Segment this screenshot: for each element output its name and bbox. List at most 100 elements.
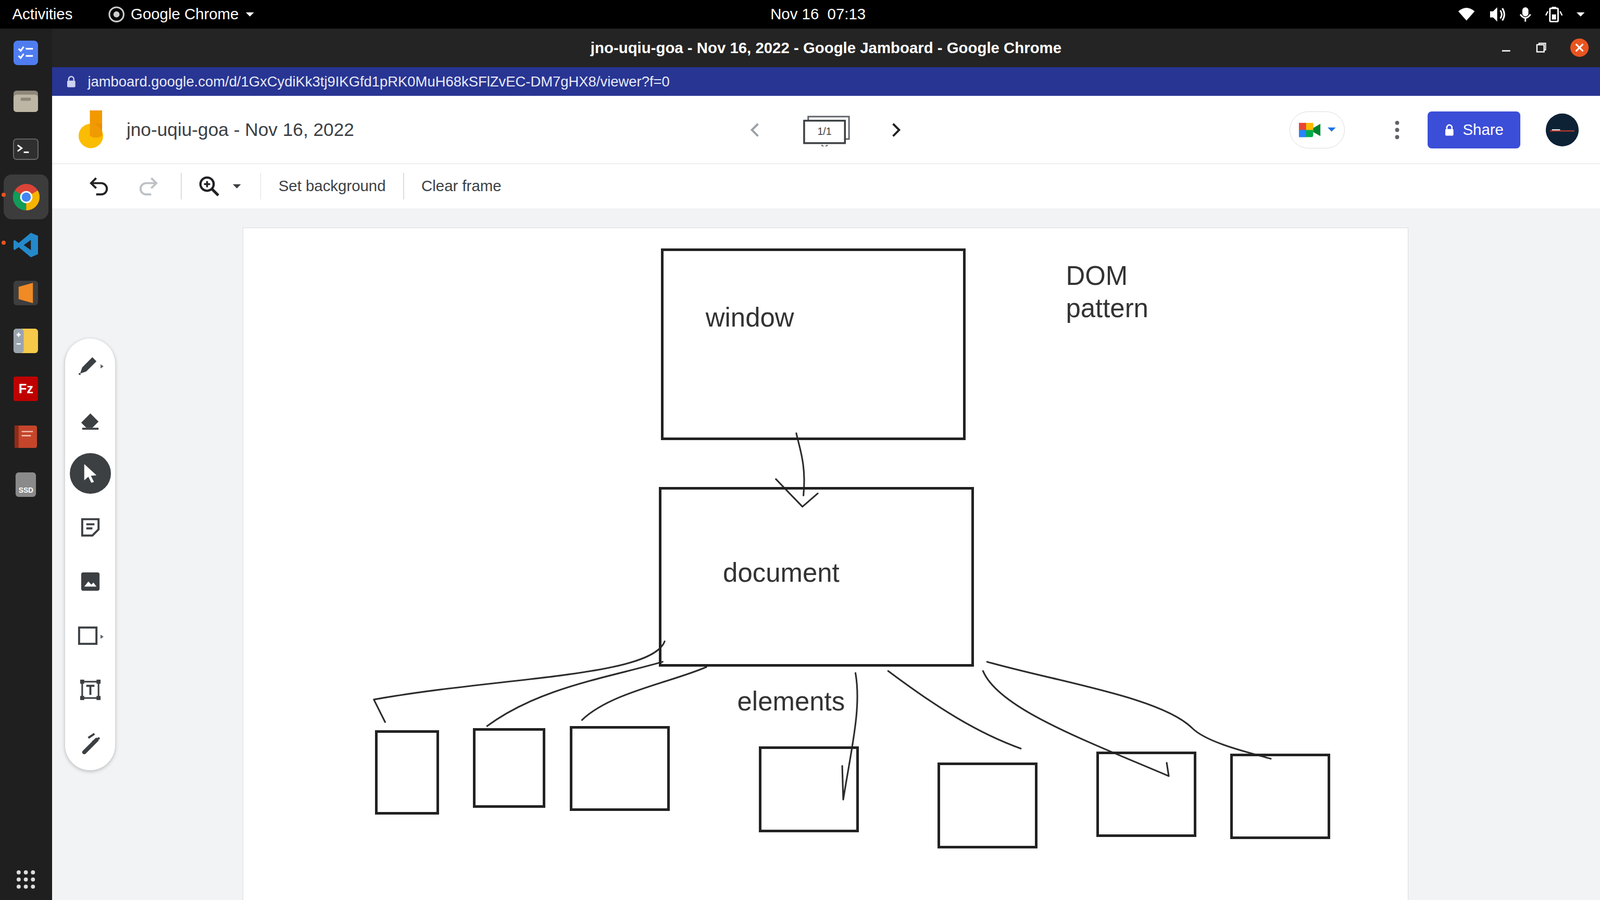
image-icon <box>76 569 105 594</box>
filezilla-icon: Fz <box>11 374 41 404</box>
speaker-icon <box>1488 6 1507 23</box>
laser-tool[interactable] <box>69 723 111 765</box>
toolbar-separator <box>180 172 182 200</box>
running-indicator <box>1 336 6 341</box>
status-area[interactable] <box>1457 6 1600 23</box>
address-bar[interactable]: jamboard.google.com/d/1GxCydiKk3tj9IKGfd… <box>52 67 1600 96</box>
window-label[interactable]: window <box>705 301 795 335</box>
activities-button[interactable]: Activities <box>0 2 73 26</box>
caret-icon <box>244 9 256 20</box>
more-options-icon[interactable] <box>1384 117 1410 143</box>
element-box[interactable] <box>569 726 670 811</box>
canvas-area: window document elements DOM pattern <box>52 208 1600 900</box>
chrome-icon <box>108 6 125 23</box>
dock-item[interactable] <box>3 270 49 316</box>
document-label[interactable]: document <box>722 556 840 590</box>
sticky-icon <box>76 515 105 540</box>
element-box[interactable] <box>937 762 1038 849</box>
running-indicator <box>1 288 6 293</box>
zoom-icon[interactable] <box>196 173 222 199</box>
dock-item[interactable] <box>3 222 49 268</box>
clock[interactable]: Nov 16 07:13 <box>770 2 866 26</box>
elements-label[interactable]: elements <box>737 685 846 719</box>
jam-frame[interactable]: window document elements DOM pattern <box>242 227 1408 900</box>
minimize-icon[interactable] <box>1500 41 1513 55</box>
share-button[interactable]: Share <box>1427 111 1521 149</box>
maximize-icon[interactable] <box>1534 41 1548 55</box>
window-controls <box>1467 37 1600 58</box>
header-left: jno-uqiu-goa - Nov 16, 2022 <box>52 110 743 149</box>
dock-item[interactable]: SSD <box>3 461 49 507</box>
dock-item[interactable] <box>3 414 49 459</box>
pen-tool[interactable] <box>69 344 111 386</box>
microphone-icon <box>1518 6 1533 23</box>
url-text: jamboard.google.com/d/1GxCydiKk3tj9IKGfd… <box>87 70 670 93</box>
element-box[interactable] <box>1096 751 1197 838</box>
running-indicator <box>1 96 6 102</box>
select-tool[interactable] <box>69 453 111 494</box>
files-icon <box>11 86 41 116</box>
previous-frame-icon[interactable] <box>742 117 768 143</box>
set-background-button[interactable]: Set background <box>278 174 386 198</box>
redo-icon[interactable] <box>135 173 161 199</box>
running-indicator <box>1 240 6 245</box>
element-box[interactable] <box>375 730 440 816</box>
dock-label: SSD <box>11 470 41 499</box>
system-menu-icon <box>1575 9 1586 20</box>
undo-icon[interactable] <box>86 173 112 199</box>
eraser-icon <box>76 407 105 432</box>
frame-counter: 1/1 <box>804 120 845 144</box>
board-title[interactable]: jno-uqiu-goa - Nov 16, 2022 <box>126 116 355 144</box>
show-apps-icon[interactable] <box>15 869 36 890</box>
running-indicator <box>1 144 6 149</box>
jamboard-header: jno-uqiu-goa - Nov 16, 2022 1/1 Share <box>52 95 1600 165</box>
shape-tool[interactable] <box>69 615 111 656</box>
office-icon <box>11 326 41 356</box>
close-icon[interactable] <box>1569 37 1590 58</box>
app-menu[interactable]: Google Chrome <box>108 2 256 26</box>
sticky-tool[interactable] <box>69 507 111 548</box>
clear-frame-button[interactable]: Clear frame <box>421 174 502 198</box>
browser-window: jno-uqiu-goa - Nov 16, 2022 - Google Jam… <box>52 28 1600 900</box>
next-frame-icon[interactable] <box>883 117 909 143</box>
element-box[interactable] <box>472 728 546 808</box>
dock: Fz SSD <box>0 28 53 900</box>
toolbar-separator <box>260 172 262 200</box>
frame-bar-button[interactable]: 1/1 <box>802 113 852 147</box>
title-label[interactable]: DOM pattern <box>1065 259 1149 325</box>
meet-button[interactable] <box>1289 111 1345 149</box>
drive-icon: SSD <box>11 470 41 499</box>
toolbar: Set background Clear frame <box>52 164 1600 208</box>
dock-item[interactable] <box>3 174 49 220</box>
top-bar: Activities Google Chrome Nov 16 07:13 <box>0 0 1600 29</box>
jamboard-logo-icon[interactable] <box>77 110 105 149</box>
chrome-icon <box>11 182 41 212</box>
dock-item[interactable] <box>3 30 49 76</box>
element-box[interactable] <box>758 746 859 833</box>
running-indicator <box>1 432 6 437</box>
select-icon <box>76 460 105 486</box>
avatar-icon[interactable] <box>1545 113 1579 147</box>
window-box[interactable] <box>660 248 967 441</box>
dock-item[interactable] <box>3 78 49 124</box>
running-indicator <box>1 384 6 390</box>
dock-item[interactable]: Fz <box>3 366 49 411</box>
dock-item[interactable] <box>3 318 49 364</box>
lock-icon <box>1444 123 1455 137</box>
title-bar: jno-uqiu-goa - Nov 16, 2022 - Google Jam… <box>52 28 1600 68</box>
desktop: Activities Google Chrome Nov 16 07:13 Fz SS… <box>0 0 1600 900</box>
dock-item[interactable] <box>3 126 49 172</box>
zoom-menu-icon[interactable] <box>230 180 244 193</box>
running-indicator <box>1 48 6 54</box>
sublime-icon <box>11 278 41 308</box>
element-box[interactable] <box>1230 753 1331 840</box>
lock-icon <box>66 75 77 89</box>
running-indicator <box>1 480 6 485</box>
vscode-icon <box>11 230 41 260</box>
eraser-tool[interactable] <box>69 398 111 440</box>
image-tool[interactable] <box>69 560 111 602</box>
todo-icon <box>11 38 41 68</box>
share-label: Share <box>1463 118 1504 142</box>
textbox-tool[interactable] <box>69 669 111 710</box>
toolbar-separator <box>403 172 405 200</box>
